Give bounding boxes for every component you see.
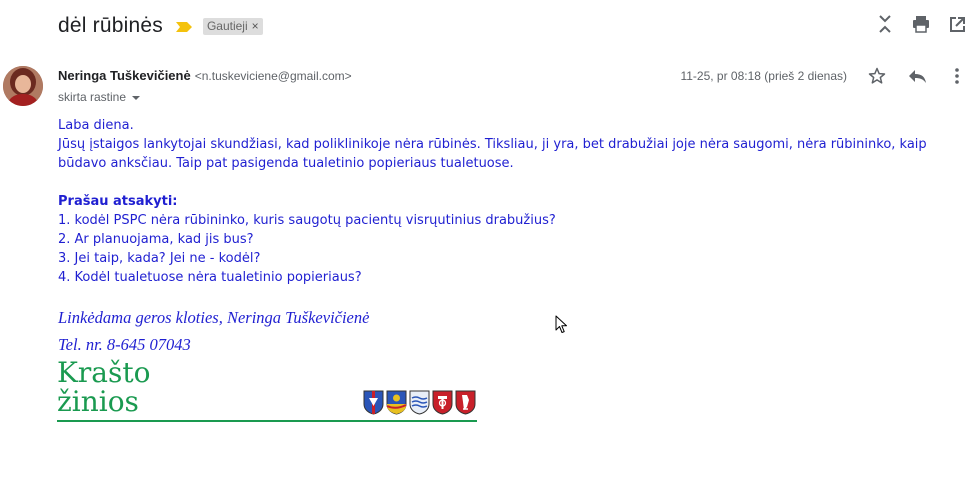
logo-line-1: Krašto — [57, 356, 151, 389]
show-details-icon[interactable] — [132, 95, 141, 100]
print-icon[interactable] — [911, 14, 931, 34]
logo-line-2: žinios — [57, 385, 139, 418]
thread-actions — [875, 14, 967, 34]
sender-avatar[interactable] — [3, 66, 43, 106]
message-date: 11-25, pr 08:18 (prieš 2 dienas) — [680, 69, 847, 83]
more-vert-icon[interactable] — [947, 66, 967, 86]
message-body: Laba diena. Jūsų įstaigos lankytojai sku… — [58, 116, 953, 287]
crest-icon — [455, 390, 476, 415]
reply-icon[interactable] — [907, 66, 927, 86]
mouse-pointer-icon — [555, 315, 568, 339]
logo-text: Krašto žinios — [57, 358, 150, 416]
crest-icon — [409, 390, 430, 415]
sender-name[interactable]: Neringa Tuškevičienė — [58, 68, 191, 83]
crest-icon — [386, 390, 407, 415]
collapse-all-icon[interactable] — [875, 14, 895, 34]
crest-icon — [363, 390, 384, 415]
recipient-label: skirta rastine — [58, 90, 127, 104]
sender-email: <n.tuskeviciene@gmail.com> — [194, 69, 352, 83]
body-line: būdavo anksčiau. Taip pat pasigenda tual… — [58, 156, 514, 171]
question-item: 4. Kodėl tualetuose nėra tualetinio popi… — [58, 270, 362, 285]
signature-line: Linkėdama geros kloties, Neringa Tuškevi… — [58, 308, 370, 327]
importance-marker-icon[interactable] — [175, 20, 193, 32]
star-icon[interactable] — [867, 66, 887, 86]
request-heading: Prašau atsakyti: — [58, 194, 178, 209]
coat-of-arms-row — [363, 390, 476, 415]
body-line: Jūsų įstaigos lankytojai skundžiasi, kad… — [58, 137, 927, 152]
signature-phone: Tel. nr. 8-645 07043 — [58, 335, 191, 354]
open-in-new-window-icon[interactable] — [947, 14, 967, 34]
email-subject: dėl rūbinės — [58, 14, 163, 37]
question-item: 1. kodėl PSPC nėra rūbininko, kuris saug… — [58, 213, 556, 228]
question-item: 2. Ar planuojama, kad jis bus? — [58, 232, 254, 247]
question-item: 3. Jei taip, kada? Jei ne - kodėl? — [58, 251, 261, 266]
message-actions — [867, 66, 967, 86]
remove-label-icon[interactable]: × — [252, 19, 259, 33]
logo-underline — [57, 420, 477, 422]
label-chip-text: Gautieji — [206, 18, 248, 33]
sender-info: Neringa Tuškevičienė <n.tuskeviciene@gma… — [58, 68, 352, 83]
krasto-zinios-logo: Krašto žinios — [57, 358, 479, 424]
label-chip: Gautieji × — [202, 17, 263, 35]
recipient-row: skirta rastine — [58, 90, 141, 104]
subject-row: dėl rūbinės Gautieji × — [58, 10, 263, 42]
crest-icon — [432, 390, 453, 415]
greeting: Laba diena. — [58, 118, 134, 133]
